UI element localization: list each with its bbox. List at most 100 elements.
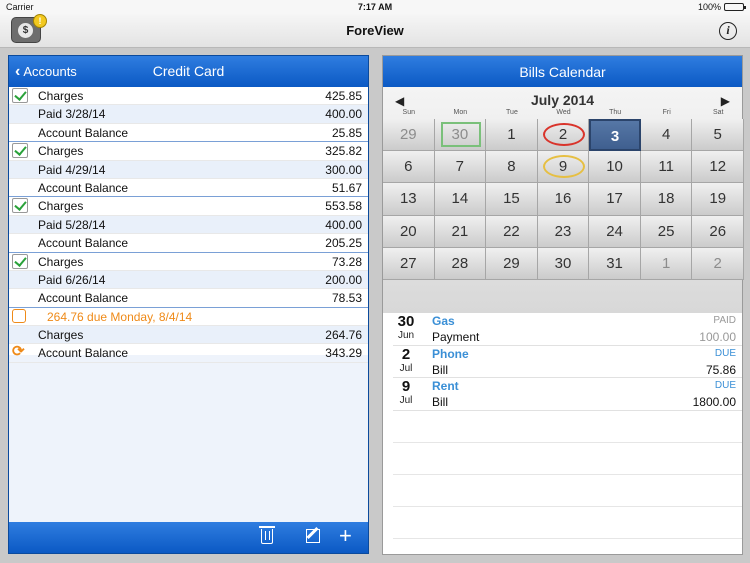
transaction-row[interactable]: Account Balance 205.25 [9,234,368,253]
calendar-day[interactable]: 24 [589,215,641,248]
calendar-day[interactable]: 10 [589,151,641,184]
bill-status: DUE [714,347,736,359]
calendar-day[interactable]: 1 [486,119,538,152]
calendar-day[interactable]: 13 [383,183,435,216]
calendar-day[interactable]: 18 [640,183,693,216]
day-number: 15 [503,190,520,208]
transaction-row[interactable]: Account Balance 25.85 [9,124,368,143]
calendar-day[interactable]: 14 [434,183,487,216]
calendar-day[interactable]: 25 [640,215,693,248]
transaction-row[interactable]: Charges 553.58 [9,197,368,216]
calendar-day[interactable]: 7 [434,151,487,184]
transaction-row[interactable]: Paid 5/28/14 400.00 [9,215,368,235]
info-button[interactable]: i [719,22,737,40]
transaction-amount: 25.85 [331,125,362,140]
transaction-label: Charges [38,199,84,214]
day-number: 18 [657,190,675,208]
calendar-day[interactable]: 28 [434,247,487,280]
calendar-day[interactable]: 2 [537,119,590,152]
transaction-row[interactable]: 264.76 due Monday, 8/4/14 [9,308,368,327]
bill-month: Jun [397,330,415,341]
trash-icon[interactable] [259,526,275,544]
calendar-day[interactable]: 6 [383,151,435,184]
calendar-day[interactable]: 3 [589,119,641,152]
calendar-day[interactable]: 29 [486,247,538,280]
day-number: 24 [606,222,623,240]
bottom-toolbar: + [9,522,368,553]
calendar-day[interactable]: 29 [383,119,435,152]
transaction-amount: 205.25 [325,236,362,251]
app-title: ForeView [346,23,404,38]
transaction-amount: 264.76 [325,328,362,343]
day-number: 13 [399,190,417,208]
transaction-row[interactable]: Paid 3/28/14 400.00 [9,105,368,124]
calendar-day[interactable]: 4 [640,119,693,152]
checkbox-checked-icon[interactable] [12,143,28,159]
day-number: 19 [709,190,727,208]
transaction-label: Paid 6/26/14 [38,272,106,287]
month-label: July 2014 [530,92,595,108]
calendar-day[interactable]: 1 [640,247,693,280]
calendar-day[interactable]: 17 [589,183,641,216]
calendar-day[interactable]: 16 [537,183,590,216]
calendar-day[interactable]: 20 [383,215,435,248]
account-detail-panel: ‹ Accounts Credit Card Charges 425.85 Paid… [8,55,369,554]
calendar-day[interactable]: 15 [486,183,538,216]
bill-row[interactable]: 30 Jun Gas PAID Payment 100.00 [393,313,742,346]
calendar-day[interactable]: 21 [434,215,487,248]
day-number: 23 [554,222,572,240]
checkbox-checked-icon[interactable] [12,88,28,103]
calendar-day[interactable]: 26 [692,215,744,248]
add-icon[interactable]: + [339,525,352,547]
day-number: 4 [661,126,671,143]
calendar-day[interactable]: 22 [486,215,538,248]
transaction-label: Account Balance [38,125,129,140]
bill-list: 30 Jun Gas PAID Payment 100.00 2 Jul Phone DUE Bil… [383,313,742,563]
checkbox-empty-icon[interactable] [12,308,26,323]
battery-indicator: 100% [698,2,746,12]
transaction-row[interactable]: Account Balance 51.67 [9,179,368,198]
bill-day: 9 [401,378,411,395]
calendar-day[interactable]: 12 [692,151,744,184]
transaction-row[interactable]: Paid 4/29/14 300.00 [9,160,368,179]
day-number: 26 [709,222,727,240]
day-number: 21 [451,222,469,240]
day-number: 2 [713,254,722,272]
transaction-row[interactable]: Charges 73.28 [9,253,368,271]
transaction-row[interactable]: Paid 6/26/14 200.00 [9,270,368,290]
checkbox-checked-icon[interactable] [12,253,28,269]
calendar-day[interactable]: 27 [383,247,435,280]
calendar-day[interactable]: 19 [692,183,744,216]
calendar-day[interactable]: 30 [537,247,590,280]
weekday-header: Sun Mon Tue Wed Thu Fri Sat [383,109,744,116]
transaction-label: Account Balance [38,180,129,195]
transaction-row[interactable]: Account Balance 78.53 [9,289,368,308]
calendar-day[interactable]: 2 [692,247,744,280]
calendar-day[interactable]: 11 [640,151,693,184]
bill-row[interactable]: 9 Jul Rent DUE Bill 1800.00 [393,378,742,411]
calendar-day[interactable]: 5 [692,119,744,152]
transaction-amount: 425.85 [325,89,362,103]
next-month-button[interactable]: ▶ [721,94,730,108]
calendar-day[interactable]: 30 [434,119,487,152]
bill-row[interactable]: 2 Jul Phone DUE Bill 75.86 [393,346,742,378]
calendar-day[interactable]: 23 [537,215,590,248]
transaction-row[interactable]: Charges 425.85 [9,87,368,106]
transaction-row[interactable]: Charges 264.76 [9,326,368,345]
calendar-day[interactable]: 31 [589,247,641,280]
transaction-label: Charges [38,89,84,103]
bill-name: Rent [432,379,459,393]
transaction-label: Account Balance [38,236,129,251]
due-notice: 264.76 due Monday, 8/4/14 [47,309,193,324]
weekday-label: Sun [402,109,416,116]
checkbox-checked-icon[interactable] [12,198,28,214]
bill-day: 30 [397,313,415,330]
calendar-day[interactable]: 8 [486,151,538,184]
transaction-row[interactable]: Charges 325.82 [9,142,368,161]
transaction-row[interactable]: ⟳ Account Balance 343.29 [9,344,368,363]
bill-amount: 1800.00 [692,395,736,409]
bill-month: Jul [399,395,413,406]
transaction-amount: 73.28 [331,254,362,269]
edit-icon[interactable] [306,529,320,543]
calendar-day[interactable]: 9 [537,151,590,184]
